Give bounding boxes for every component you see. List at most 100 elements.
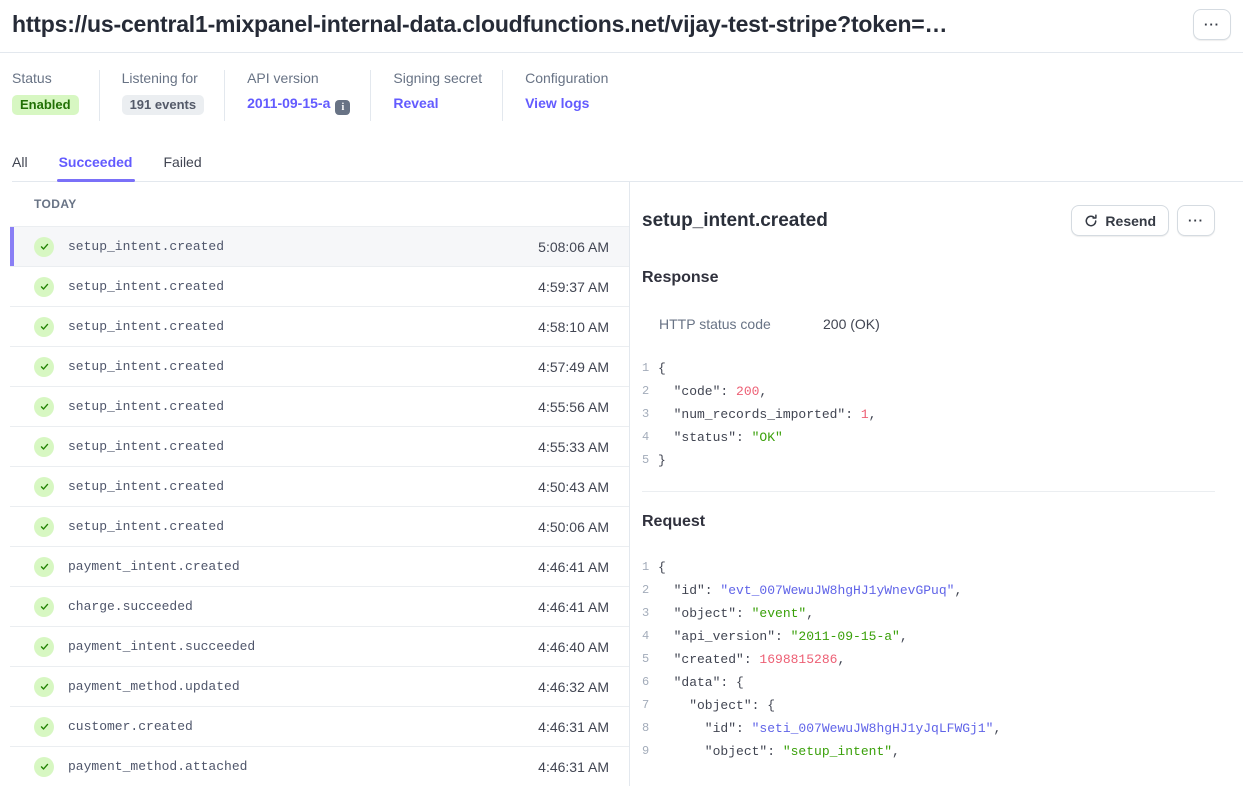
info-icon: i bbox=[335, 100, 350, 115]
request-code-block: 1{2 "id": "evt_007WewuJW8hgHJ1yWnevGPuq"… bbox=[642, 556, 1215, 763]
success-check-icon bbox=[34, 597, 54, 617]
success-check-icon bbox=[34, 237, 54, 257]
event-name: setup_intent.created bbox=[68, 239, 224, 254]
status-badge: Enabled bbox=[12, 95, 79, 115]
view-logs-link[interactable]: View logs bbox=[525, 95, 589, 111]
api-version-link[interactable]: 2011-09-15-a bbox=[247, 95, 330, 111]
meta-signing-secret: Signing secret Reveal bbox=[370, 70, 502, 121]
event-name: payment_method.updated bbox=[68, 679, 240, 694]
page-header: https://us-central1-mixpanel-internal-da… bbox=[0, 0, 1243, 53]
endpoint-meta-strip: Status Enabled Listening for 191 events … bbox=[12, 53, 1243, 121]
event-name: payment_method.attached bbox=[68, 759, 247, 774]
success-check-icon bbox=[34, 397, 54, 417]
event-list-row[interactable]: setup_intent.created 4:50:06 AM bbox=[10, 507, 629, 547]
event-filter-tabs: All Succeeded Failed bbox=[12, 154, 1243, 182]
event-list-row[interactable]: setup_intent.created 5:08:06 AM bbox=[10, 227, 629, 267]
event-time: 4:46:40 AM bbox=[538, 639, 609, 655]
event-list-row[interactable]: setup_intent.created 4:57:49 AM bbox=[10, 347, 629, 387]
tab-all[interactable]: All bbox=[12, 154, 28, 181]
success-check-icon bbox=[34, 557, 54, 577]
list-group-label: TODAY bbox=[10, 182, 629, 227]
meta-configuration: Configuration View logs bbox=[502, 70, 628, 121]
success-check-icon bbox=[34, 357, 54, 377]
resend-icon bbox=[1084, 214, 1098, 228]
event-time: 4:46:41 AM bbox=[538, 559, 609, 575]
main-content: TODAY setup_intent.created 5:08:06 AM se… bbox=[0, 182, 1243, 786]
event-time: 4:58:10 AM bbox=[538, 319, 609, 335]
success-check-icon bbox=[34, 437, 54, 457]
response-code-block: 1{2 "code": 200,3 "num_records_imported"… bbox=[642, 357, 1215, 472]
event-name: payment_intent.created bbox=[68, 559, 240, 574]
success-check-icon bbox=[34, 477, 54, 497]
section-divider bbox=[642, 491, 1215, 492]
more-icon: ··· bbox=[1204, 17, 1220, 32]
success-check-icon bbox=[34, 637, 54, 657]
event-time: 4:50:43 AM bbox=[538, 479, 609, 495]
event-list-row[interactable]: setup_intent.created 4:55:56 AM bbox=[10, 387, 629, 427]
event-list-row[interactable]: setup_intent.created 4:55:33 AM bbox=[10, 427, 629, 467]
event-list-row[interactable]: payment_intent.created 4:46:41 AM bbox=[10, 547, 629, 587]
event-time: 4:57:49 AM bbox=[538, 359, 609, 375]
event-list: setup_intent.created 5:08:06 AM setup_in… bbox=[10, 227, 629, 786]
meta-api-version: API version 2011-09-15-a i bbox=[224, 70, 370, 121]
configuration-label: Configuration bbox=[525, 70, 608, 86]
event-list-row[interactable]: setup_intent.created 4:59:37 AM bbox=[10, 267, 629, 307]
resend-button[interactable]: Resend bbox=[1071, 205, 1169, 236]
events-count-badge: 191 events bbox=[122, 95, 205, 115]
event-list-row[interactable]: setup_intent.created 4:50:43 AM bbox=[10, 467, 629, 507]
event-detail-title: setup_intent.created bbox=[642, 210, 828, 232]
event-time: 4:55:33 AM bbox=[538, 439, 609, 455]
tab-succeeded[interactable]: Succeeded bbox=[59, 154, 133, 181]
http-status-row: HTTP status code 200 (OK) bbox=[642, 316, 1215, 332]
status-label: Status bbox=[12, 70, 79, 86]
detail-more-button[interactable]: ··· bbox=[1177, 205, 1215, 236]
signing-secret-label: Signing secret bbox=[393, 70, 482, 86]
tab-failed[interactable]: Failed bbox=[164, 154, 202, 181]
header-more-button[interactable]: ··· bbox=[1193, 9, 1231, 40]
response-section-heading: Response bbox=[642, 269, 1215, 287]
event-name: customer.created bbox=[68, 719, 193, 734]
event-time: 4:50:06 AM bbox=[538, 519, 609, 535]
more-icon: ··· bbox=[1188, 213, 1204, 228]
success-check-icon bbox=[34, 277, 54, 297]
event-name: setup_intent.created bbox=[68, 319, 224, 334]
http-status-label: HTTP status code bbox=[642, 316, 823, 332]
event-list-row[interactable]: charge.succeeded 4:46:41 AM bbox=[10, 587, 629, 627]
event-name: setup_intent.created bbox=[68, 279, 224, 294]
event-list-row[interactable]: setup_intent.created 4:58:10 AM bbox=[10, 307, 629, 347]
http-status-value: 200 (OK) bbox=[823, 316, 880, 332]
webhook-endpoint-url-title: https://us-central1-mixpanel-internal-da… bbox=[12, 11, 947, 38]
meta-listening-for: Listening for 191 events bbox=[99, 70, 225, 121]
event-list-row[interactable]: payment_method.updated 4:46:32 AM bbox=[10, 667, 629, 707]
event-time: 4:55:56 AM bbox=[538, 399, 609, 415]
event-name: setup_intent.created bbox=[68, 439, 224, 454]
listening-for-label: Listening for bbox=[122, 70, 205, 86]
event-detail-pane: setup_intent.created Resend ··· Response bbox=[630, 182, 1243, 786]
event-time: 4:46:31 AM bbox=[538, 759, 609, 775]
detail-header: setup_intent.created Resend ··· bbox=[642, 205, 1215, 236]
reveal-secret-link[interactable]: Reveal bbox=[393, 95, 438, 111]
event-time: 4:59:37 AM bbox=[538, 279, 609, 295]
event-name: setup_intent.created bbox=[68, 359, 224, 374]
event-list-row[interactable]: payment_intent.succeeded 4:46:40 AM bbox=[10, 627, 629, 667]
success-check-icon bbox=[34, 757, 54, 777]
meta-status: Status Enabled bbox=[12, 70, 99, 121]
event-list-pane: TODAY setup_intent.created 5:08:06 AM se… bbox=[0, 182, 630, 786]
api-version-label: API version bbox=[247, 70, 350, 86]
event-time: 4:46:32 AM bbox=[538, 679, 609, 695]
event-name: payment_intent.succeeded bbox=[68, 639, 255, 654]
success-check-icon bbox=[34, 517, 54, 537]
event-list-row[interactable]: payment_method.attached 4:46:31 AM bbox=[10, 747, 629, 786]
event-list-row[interactable]: customer.created 4:46:31 AM bbox=[10, 707, 629, 747]
success-check-icon bbox=[34, 717, 54, 737]
success-check-icon bbox=[34, 317, 54, 337]
event-time: 4:46:31 AM bbox=[538, 719, 609, 735]
event-name: setup_intent.created bbox=[68, 399, 224, 414]
resend-button-label: Resend bbox=[1105, 213, 1156, 229]
success-check-icon bbox=[34, 677, 54, 697]
event-time: 5:08:06 AM bbox=[538, 239, 609, 255]
event-name: setup_intent.created bbox=[68, 479, 224, 494]
event-name: setup_intent.created bbox=[68, 519, 224, 534]
event-name: charge.succeeded bbox=[68, 599, 193, 614]
event-time: 4:46:41 AM bbox=[538, 599, 609, 615]
